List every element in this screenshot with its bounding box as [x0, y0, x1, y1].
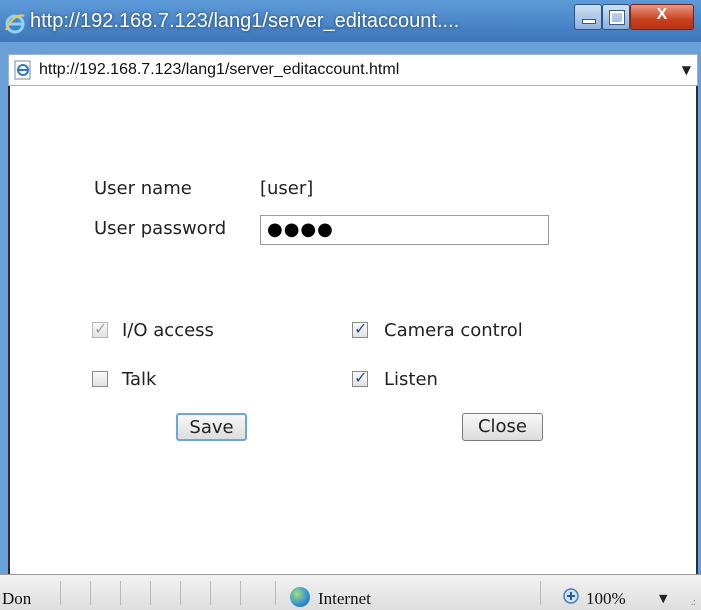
maximize-icon	[609, 10, 625, 25]
status-bar: Don Internet 100% ▼ .:	[0, 574, 701, 610]
zoom-icon[interactable]	[562, 587, 580, 605]
camera-control-checkbox[interactable]: ✓	[352, 319, 368, 338]
status-divider	[540, 581, 541, 605]
io-access-label: I/O access	[122, 320, 214, 341]
camera-control-label: Camera control	[384, 320, 523, 341]
talk-label: Talk	[122, 369, 157, 390]
user-name-value: [user]	[260, 178, 314, 199]
close-button[interactable]: Close	[462, 413, 543, 441]
check-icon: ✓	[354, 368, 368, 387]
maximize-button[interactable]	[602, 4, 630, 30]
minimize-icon	[582, 19, 596, 24]
status-divider	[210, 581, 211, 605]
check-icon: ✓	[94, 319, 108, 338]
io-access-checkbox[interactable]: ✓	[92, 319, 108, 338]
zoom-level[interactable]: 100%	[586, 589, 626, 609]
user-password-label: User password	[94, 218, 227, 239]
status-divider	[240, 581, 241, 605]
talk-checkbox[interactable]	[92, 371, 108, 387]
status-divider	[180, 581, 181, 605]
listen-label: Listen	[384, 369, 438, 390]
address-dropdown-icon[interactable]: ▼	[682, 63, 691, 77]
zone-label: Internet	[318, 589, 371, 608]
resize-grip[interactable]: .:	[690, 597, 695, 608]
address-bar[interactable]: http://192.168.7.123/lang1/server_editac…	[8, 54, 698, 86]
user-name-label: User name	[94, 178, 192, 199]
status-divider	[275, 581, 276, 605]
close-window-button[interactable]: X	[630, 4, 694, 30]
user-password-input[interactable]: ●●●●	[260, 215, 549, 245]
ie-logo-icon	[5, 14, 25, 34]
zoom-dropdown-icon[interactable]: ▼	[659, 592, 667, 605]
title-bar: http://192.168.7.123/lang1/server_editac…	[0, 0, 701, 42]
window-title: http://192.168.7.123/lang1/server_editac…	[30, 10, 460, 32]
page-content: User name [user] User password ●●●● ✓ I/…	[8, 86, 698, 574]
address-url[interactable]: http://192.168.7.123/lang1/server_editac…	[39, 61, 399, 79]
close-icon: X	[656, 6, 668, 23]
status-divider	[60, 581, 61, 605]
status-divider	[120, 581, 121, 605]
globe-icon	[290, 587, 310, 607]
status-divider	[150, 581, 151, 605]
ie-page-icon	[14, 60, 31, 80]
status-text: Don	[2, 589, 32, 608]
minimize-button[interactable]	[574, 4, 602, 30]
listen-checkbox[interactable]: ✓	[352, 368, 368, 387]
save-button[interactable]: Save	[176, 413, 247, 441]
check-icon: ✓	[354, 319, 368, 338]
status-divider	[90, 581, 91, 605]
